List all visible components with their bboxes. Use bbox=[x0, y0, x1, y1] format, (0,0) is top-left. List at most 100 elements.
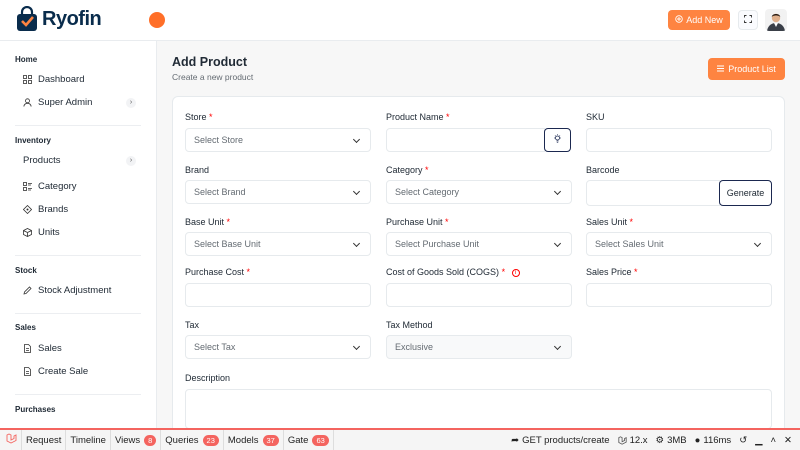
store-label: Store * bbox=[185, 112, 213, 122]
sidebar-section-home: Home bbox=[15, 55, 38, 64]
debugbar-tab-queries[interactable]: Queries 23 bbox=[161, 430, 224, 450]
purchase-cost-input[interactable] bbox=[185, 283, 371, 307]
count-badge: 37 bbox=[262, 434, 279, 446]
barcode-label: Barcode bbox=[586, 165, 620, 175]
sidebar-item-dashboard[interactable]: Dashboard bbox=[23, 74, 136, 85]
sidebar-item-label: Sales bbox=[38, 343, 62, 354]
product-list-label: Product List bbox=[728, 64, 776, 74]
info-icon[interactable]: i bbox=[511, 268, 520, 277]
debugbar-time: ● 116ms bbox=[694, 434, 732, 446]
plus-circle-icon bbox=[675, 15, 683, 25]
cogs-input[interactable] bbox=[386, 283, 572, 307]
list-icon bbox=[23, 182, 32, 191]
sidebar-divider bbox=[15, 313, 141, 314]
debugbar-tab-views[interactable]: Views 8 bbox=[111, 430, 162, 450]
add-new-button[interactable]: Add New bbox=[668, 10, 730, 30]
sidebar-item-label: Dashboard bbox=[38, 74, 85, 85]
sidebar-item-label: Stock Adjustment bbox=[38, 285, 112, 296]
sidebar-item-category[interactable]: Category bbox=[23, 181, 136, 192]
app-logo[interactable]: Ryofin bbox=[15, 5, 102, 32]
sales-price-input[interactable] bbox=[586, 283, 772, 307]
debugbar-tab-models[interactable]: Models 37 bbox=[224, 430, 284, 450]
minimize-icon[interactable]: ▁ bbox=[755, 435, 762, 446]
sidebar-divider bbox=[15, 394, 141, 395]
grid-icon bbox=[23, 75, 32, 84]
sidebar-item-label: Products bbox=[23, 155, 61, 166]
sidebar-section-purchases: Purchases bbox=[15, 405, 56, 414]
sidebar-item-label: Category bbox=[38, 181, 77, 192]
sidebar-section-inventory: Inventory bbox=[15, 136, 52, 145]
sales-price-label: Sales Price * bbox=[586, 267, 638, 277]
store-select[interactable]: Select Store bbox=[185, 128, 371, 152]
close-icon[interactable]: ✕ bbox=[784, 435, 792, 446]
category-select[interactable]: Select Category bbox=[386, 180, 572, 204]
sku-label: SKU bbox=[586, 112, 605, 122]
sidebar-item-stock-adjustment[interactable]: Stock Adjustment bbox=[23, 285, 136, 296]
sidebar-item-units[interactable]: Units bbox=[23, 227, 136, 238]
sidebar-item-create-sale[interactable]: Create Sale bbox=[23, 366, 136, 377]
count-badge: 8 bbox=[144, 434, 157, 446]
count-badge: 63 bbox=[312, 434, 329, 446]
sales-unit-label: Sales Unit * bbox=[586, 217, 634, 227]
brand-label: Brand bbox=[185, 165, 210, 175]
chevron-up-icon[interactable]: ˄ bbox=[770, 435, 776, 446]
debugbar-tab-gate[interactable]: Gate 63 bbox=[284, 430, 334, 450]
sidebar-item-super-admin[interactable]: Super Admin › bbox=[23, 97, 136, 108]
sidebar-item-brands[interactable]: Brands bbox=[23, 204, 136, 215]
cogs-icon: ⚙ bbox=[655, 434, 665, 446]
sidebar-toggle-dot[interactable] bbox=[149, 12, 165, 28]
add-new-label: Add New bbox=[686, 15, 723, 25]
description-label: Description bbox=[185, 373, 231, 383]
tax-method-label: Tax Method bbox=[386, 320, 433, 330]
sales-unit-select[interactable]: Select Sales Unit bbox=[586, 232, 772, 256]
sku-input[interactable] bbox=[586, 128, 772, 152]
purchase-unit-label: Purchase Unit * bbox=[386, 217, 449, 227]
fullscreen-button[interactable] bbox=[738, 10, 758, 30]
generate-name-button[interactable] bbox=[544, 128, 571, 152]
sidebar-item-label: Create Sale bbox=[38, 366, 89, 377]
generate-barcode-button[interactable]: Generate bbox=[719, 180, 772, 206]
debug-bar: Request Timeline Views 8 Queries 23 Models… bbox=[0, 428, 800, 450]
sidebar-item-label: Units bbox=[38, 227, 60, 238]
barcode-input[interactable] bbox=[586, 180, 720, 206]
tax-select[interactable]: Select Tax bbox=[185, 335, 371, 359]
description-textarea[interactable] bbox=[185, 389, 772, 429]
product-name-input[interactable] bbox=[386, 128, 545, 152]
brand-select[interactable]: Select Brand bbox=[185, 180, 371, 204]
shopping-bag-icon bbox=[15, 5, 39, 32]
user-avatar[interactable] bbox=[765, 9, 787, 31]
top-header: Ryofin Add New bbox=[0, 0, 800, 41]
debugbar-logo[interactable] bbox=[0, 430, 22, 450]
sidebar-divider bbox=[15, 125, 141, 126]
purchase-cost-label: Purchase Cost * bbox=[185, 267, 251, 277]
sidebar-item-label: Super Admin bbox=[38, 97, 93, 108]
tax-label: Tax bbox=[185, 320, 200, 330]
debugbar-memory: ⚙ 3MB bbox=[655, 434, 687, 446]
history-icon[interactable]: ↺ bbox=[739, 435, 747, 446]
tag-icon bbox=[23, 205, 32, 214]
category-label: Category * bbox=[386, 165, 429, 175]
debugbar-route[interactable]: ➦ GET products/create bbox=[511, 435, 609, 446]
sidebar-section-stock: Stock bbox=[15, 266, 37, 275]
lightbulb-icon bbox=[553, 134, 562, 146]
laravel-icon bbox=[617, 435, 627, 445]
base-unit-select[interactable]: Select Base Unit bbox=[185, 232, 371, 256]
tax-method-select[interactable]: Exclusive bbox=[386, 335, 572, 359]
laravel-icon bbox=[6, 433, 17, 447]
fullscreen-icon bbox=[744, 14, 752, 26]
clock-icon: ● bbox=[694, 434, 701, 446]
file-icon bbox=[23, 367, 32, 376]
logo-text: Ryofin bbox=[42, 7, 102, 30]
chevron-right-icon: › bbox=[126, 97, 136, 108]
debugbar-tab-request[interactable]: Request bbox=[22, 430, 67, 450]
edit-icon bbox=[23, 286, 32, 295]
purchase-unit-select[interactable]: Select Purchase Unit bbox=[386, 232, 572, 256]
product-list-button[interactable]: Product List bbox=[708, 58, 785, 80]
sidebar-item-sales[interactable]: Sales bbox=[23, 343, 136, 354]
debugbar-tab-timeline[interactable]: Timeline bbox=[66, 430, 111, 450]
sidebar-divider bbox=[15, 255, 141, 256]
sidebar-section-sales: Sales bbox=[15, 323, 36, 332]
file-icon bbox=[23, 344, 32, 353]
sidebar-item-products[interactable]: Products › bbox=[23, 155, 136, 166]
sidebar: Home Dashboard Super Admin › Inventory P… bbox=[0, 41, 157, 428]
